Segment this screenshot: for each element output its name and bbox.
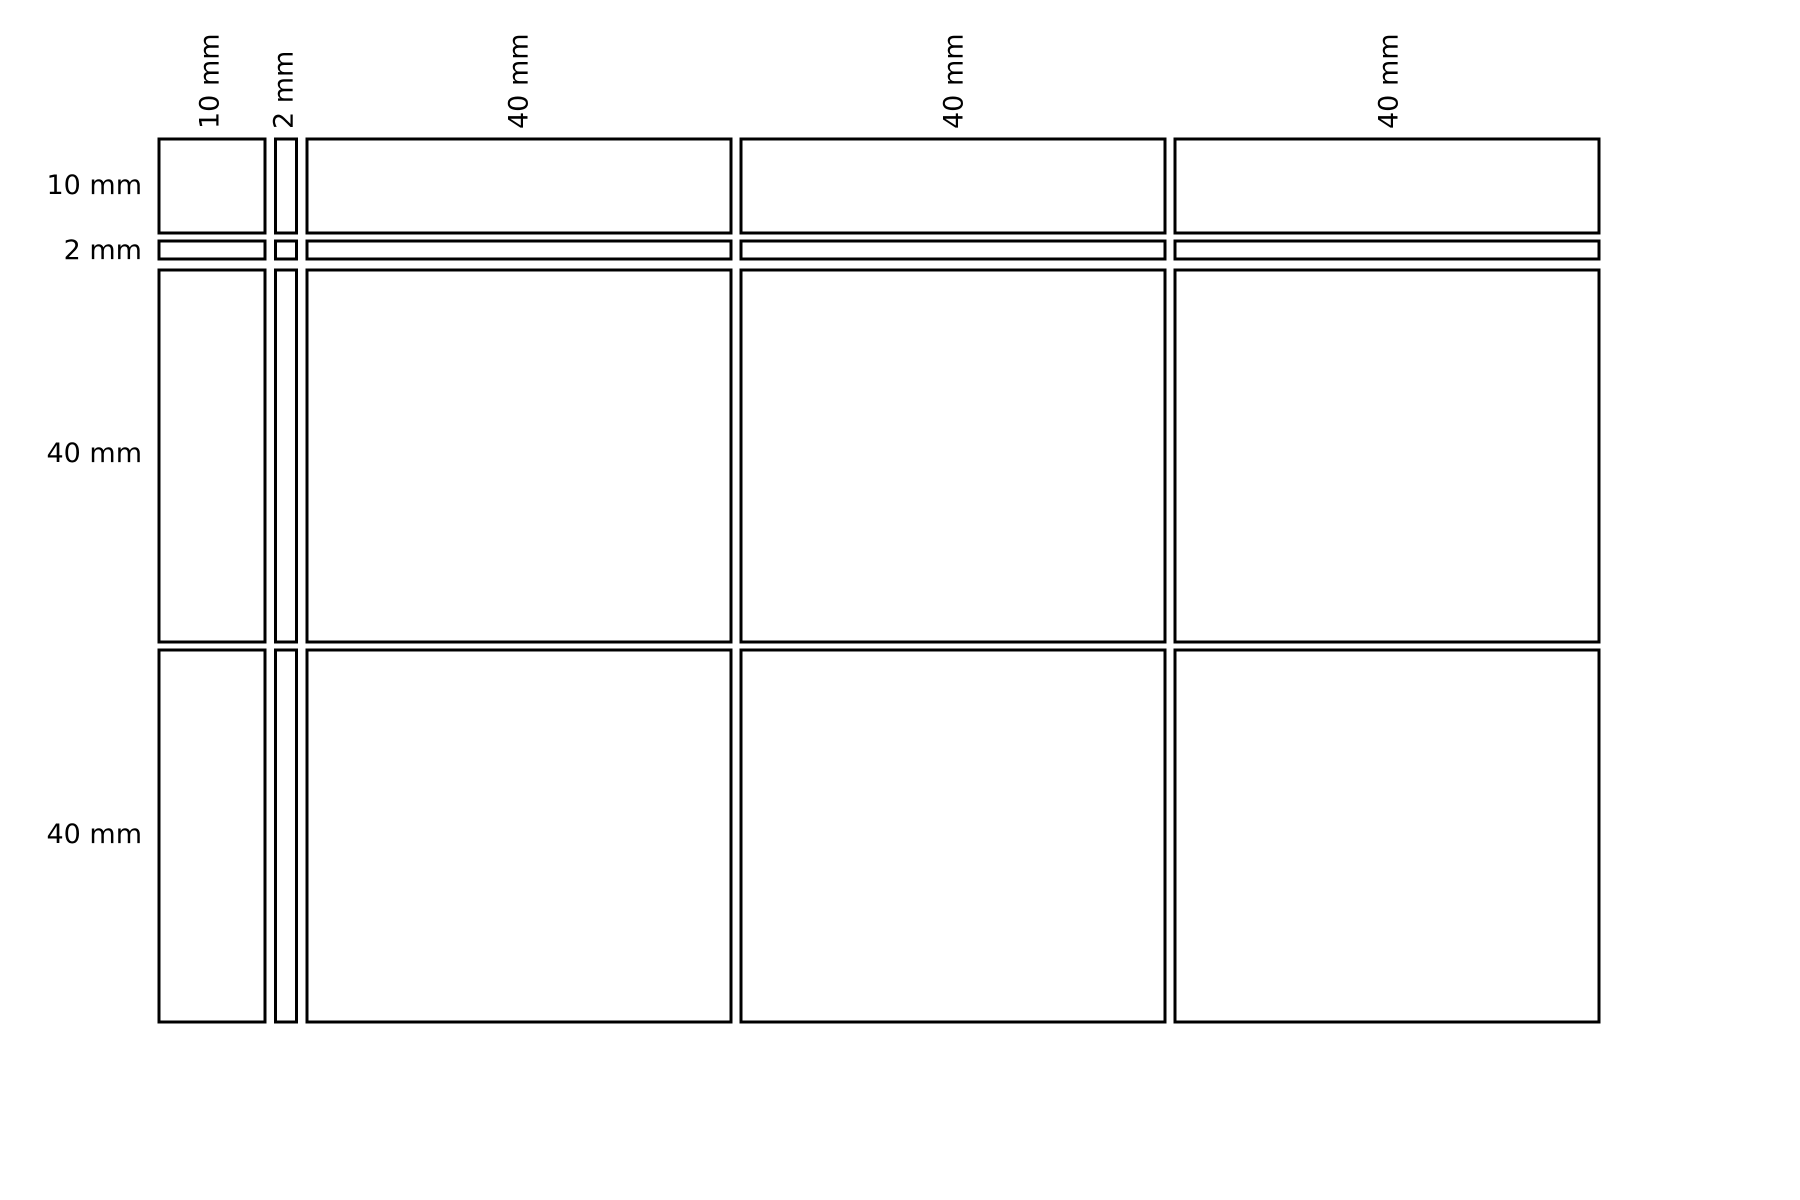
grid-cell-r4-c2 [274,648,298,1024]
row-label: 2 mm [64,235,142,266]
grid-cell-r4-c3 [305,648,733,1024]
column-labels: 10 mm 2 mm 40 mm 40 mm 40 mm [195,33,1405,129]
grid-cell-r1-c3 [305,137,733,235]
column-label: 40 mm [939,33,970,129]
grid-cell-r2-c3 [305,239,733,261]
column-label: 2 mm [269,51,300,129]
grid-cell-r3-c3 [305,268,733,644]
grid-cell-r3-c2 [274,268,298,644]
grid-cell-r2-c5 [1173,239,1601,261]
grid-cell-r1-c1 [157,137,267,235]
grid-cell-r1-c5 [1173,137,1601,235]
grid-cell-r2-c4 [739,239,1167,261]
grid-cell-r3-c5 [1173,268,1601,644]
grid-diagram: 10 mm 2 mm 40 mm 40 mm 40 mm 10 mm 2 mm … [46,33,1601,1024]
column-label: 40 mm [1374,33,1405,129]
row-label: 40 mm [46,819,142,850]
column-label: 10 mm [195,33,226,129]
grid-cell-r1-c2 [274,137,298,235]
grid-cell-r3-c4 [739,268,1167,644]
column-label: 40 mm [504,33,535,129]
grid-cell-r2-c2 [274,239,298,261]
grid-cell-r4-c4 [739,648,1167,1024]
grid-cell-r4-c1 [157,648,267,1024]
row-labels: 10 mm 2 mm 40 mm 40 mm [46,170,142,850]
grid-cell-r3-c1 [157,268,267,644]
row-label: 10 mm [46,170,142,201]
grid-cell-r1-c4 [739,137,1167,235]
row-label: 40 mm [46,438,142,469]
grid-cell-r2-c1 [157,239,267,261]
grid-cell-r4-c5 [1173,648,1601,1024]
grid-cells [157,137,1601,1024]
